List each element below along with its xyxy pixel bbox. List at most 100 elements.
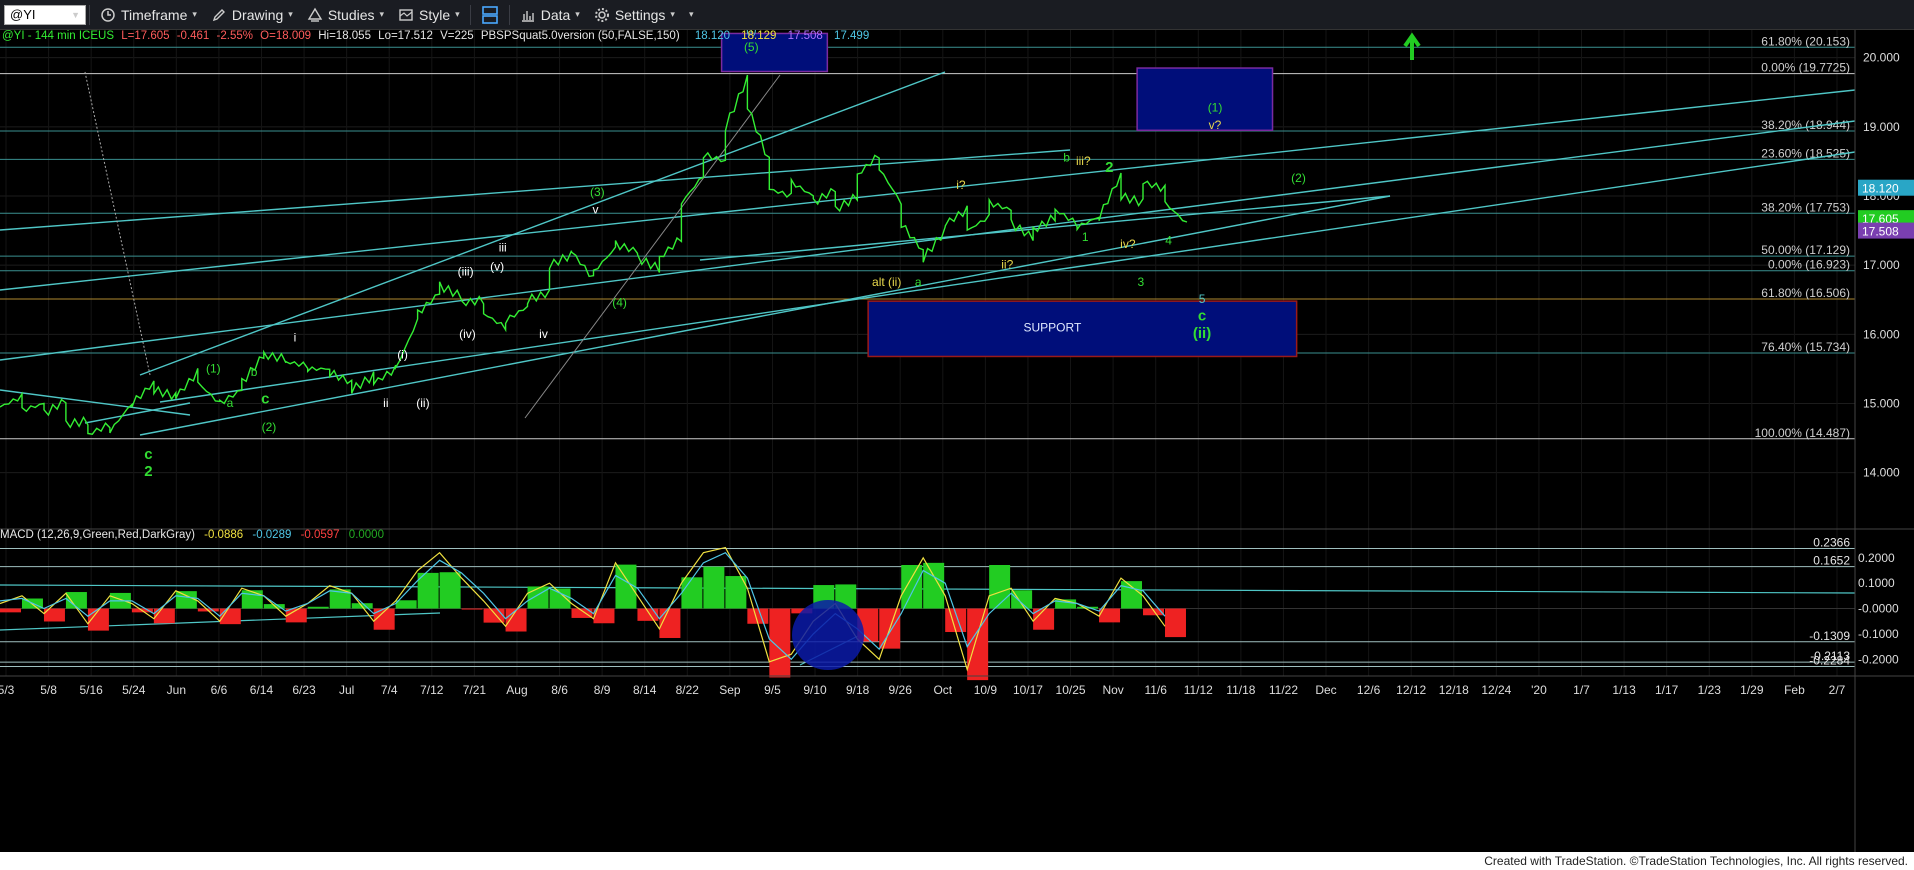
- time-tick-label: 6/23: [292, 683, 316, 697]
- time-tick-label: 1/17: [1655, 683, 1679, 697]
- settings-menu[interactable]: Settings ▾: [587, 0, 682, 29]
- chart-area[interactable]: 61.80% (20.153) 0.00% (19.7725) 38.20% (18…: [0, 30, 1914, 852]
- macd-histogram-bar: [461, 608, 483, 610]
- trendline[interactable]: [699, 195, 1391, 261]
- header-study-value: 17.508: [788, 30, 823, 42]
- price-flag-label: 17.508: [1862, 225, 1899, 239]
- macd-histogram-bar: [439, 572, 461, 609]
- wave-label: (2): [1291, 171, 1306, 185]
- symbol-input[interactable]: @YI ▼: [4, 4, 86, 25]
- toolbar-divider: [508, 4, 510, 25]
- macd-histogram-bar: [681, 577, 703, 609]
- studies-label: Studies: [327, 6, 375, 23]
- fib-label: 76.40% (15.734): [1761, 340, 1850, 354]
- style-label: Style: [419, 6, 451, 23]
- wave-label: v?: [1209, 118, 1222, 132]
- chevron-down-icon[interactable]: ▼: [71, 10, 80, 20]
- time-tick-label: 8/9: [594, 683, 611, 697]
- time-tick-label: 9/26: [889, 683, 913, 697]
- wave-label: 3: [1137, 275, 1144, 289]
- macd-histogram-bar: [769, 608, 791, 678]
- time-tick-label: 9/5: [764, 683, 781, 697]
- overflow-button[interactable]: ▾: [682, 0, 701, 29]
- data-menu[interactable]: Data ▾: [513, 0, 587, 29]
- wave-label: 4: [1165, 233, 1172, 247]
- wave-label: ii?: [1001, 258, 1013, 272]
- price-tick-label: 17.000: [1863, 258, 1900, 272]
- wave-label: (iv): [459, 327, 476, 341]
- time-tick-label: 8/6: [551, 683, 568, 697]
- fib-label: 100.00% (14.487): [1755, 426, 1850, 440]
- time-tick-label: 6/6: [211, 683, 228, 697]
- time-tick-label: 11/6: [1144, 683, 1167, 697]
- wave-label: (v): [490, 260, 504, 274]
- macd-histogram-bar: [395, 600, 417, 609]
- caret-down-icon: ▾: [455, 9, 460, 19]
- macd-histogram-bar: [703, 566, 725, 609]
- gear-icon: [594, 7, 609, 22]
- macd-histogram-bar: [0, 608, 21, 613]
- trendline[interactable]: [0, 89, 1856, 291]
- time-tick-label: 5/3: [0, 683, 15, 697]
- macd-title: MACD (12,26,9,Green,Red,DarkGray): [0, 529, 195, 541]
- clock-icon: [101, 7, 115, 22]
- price-axis-bg: [1855, 30, 1914, 852]
- target-box: [1136, 67, 1274, 132]
- trendline[interactable]: [0, 149, 1071, 231]
- macd-highlight-ellipse: [792, 600, 864, 670]
- settings-label: Settings: [614, 6, 666, 23]
- header-open: O=18.009: [260, 30, 311, 42]
- macd-histogram-bar: [989, 565, 1011, 609]
- wave-label: (i): [397, 348, 408, 362]
- time-tick-label: 1/7: [1573, 683, 1590, 697]
- time-tick-label: 7/12: [420, 683, 444, 697]
- caret-down-icon: ▾: [379, 9, 385, 19]
- wave-label: (4): [612, 296, 627, 310]
- time-tick-label: 2/7: [1829, 683, 1846, 697]
- wave-label: c: [1198, 308, 1206, 325]
- macd-histogram-bar: [923, 562, 945, 609]
- time-tick-label: 1/29: [1740, 683, 1764, 697]
- wave-label: iii: [499, 240, 507, 254]
- trendline[interactable]: [159, 151, 1856, 403]
- time-tick-label: 12/6: [1357, 683, 1381, 697]
- studies-menu[interactable]: Studies ▾: [300, 0, 391, 29]
- macd-tick-label: -0.2000: [1858, 652, 1899, 666]
- wave-label: iv?: [1120, 237, 1136, 251]
- time-tick-label: Oct: [933, 683, 952, 697]
- overflow-caret-icon: ▾: [688, 9, 694, 19]
- time-tick-label: 9/10: [803, 683, 827, 697]
- data-label: Data: [540, 6, 571, 23]
- macd-tick-label: -0.1000: [1858, 627, 1899, 641]
- price-tick-label: 15.000: [1863, 397, 1900, 411]
- symbol-text: @YI: [10, 7, 36, 22]
- macd-histogram-bar: [637, 608, 659, 621]
- caret-down-icon: ▾: [192, 9, 197, 19]
- macd-value: -0.0597: [301, 529, 340, 541]
- wave-label: c: [261, 391, 269, 408]
- caret-down-icon: ▾: [288, 9, 293, 19]
- time-tick-label: 11/22: [1269, 683, 1298, 697]
- time-tick-label: 11/18: [1226, 683, 1255, 697]
- fib-label: 61.80% (16.506): [1761, 286, 1850, 300]
- fib-label: 38.20% (17.753): [1761, 200, 1850, 214]
- box-label: SUPPORT: [1023, 321, 1081, 335]
- macd-histogram-bar: [505, 608, 527, 632]
- time-tick-label: 8/22: [676, 683, 700, 697]
- wave-label: 5: [1199, 292, 1206, 306]
- drawing-menu[interactable]: Drawing ▾: [204, 0, 300, 29]
- layout-button[interactable]: [474, 0, 506, 29]
- wave-label: c: [144, 446, 152, 463]
- macd-tick-label: 0.1000: [1858, 576, 1895, 590]
- layout-icon: [481, 5, 498, 24]
- wave-label: (iii): [458, 265, 474, 279]
- macd-value: -0.0886: [204, 529, 243, 541]
- time-tick-label: 5/24: [122, 683, 146, 697]
- macd-histogram-bar: [615, 564, 637, 609]
- header-study: PBSPSquat5.0version (50,FALSE,150): [481, 30, 680, 42]
- wave-label: alt (ii): [872, 275, 901, 289]
- style-menu[interactable]: Style ▾: [391, 0, 467, 29]
- header-high: Hi=18.055: [318, 30, 371, 42]
- timeframe-menu[interactable]: Timeframe ▾: [93, 0, 204, 29]
- macd-level-label: -0.1309: [1809, 629, 1850, 643]
